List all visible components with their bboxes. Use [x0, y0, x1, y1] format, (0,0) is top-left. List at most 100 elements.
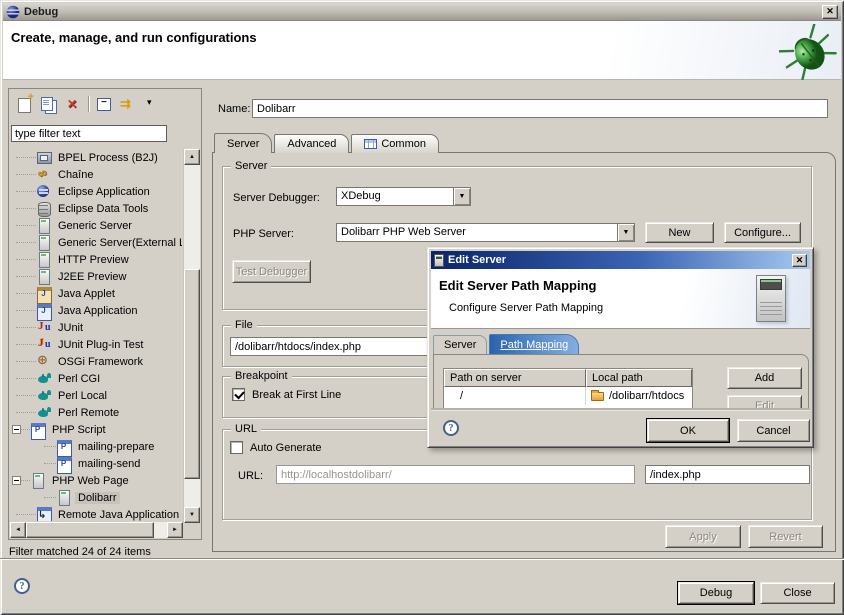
tree-horizontal-scrollbar[interactable]: ◄ ► [10, 522, 183, 538]
new-configuration-icon[interactable] [16, 95, 34, 113]
auto-generate-checkbox[interactable] [230, 441, 243, 454]
tree-item[interactable]: mailing-prepare [10, 438, 182, 455]
path-on-server-cell: / [444, 387, 586, 405]
tree-item[interactable]: Remote Java Application [10, 506, 182, 521]
server-debugger-select[interactable]: XDebug [336, 187, 471, 206]
tree-item[interactable]: Eclipse Data Tools [10, 200, 182, 217]
tab-server[interactable]: Server [214, 133, 272, 153]
collapse-all-icon[interactable] [95, 95, 113, 113]
column-path-on-server[interactable]: Path on server [444, 369, 586, 387]
tree-item[interactable]: J2EE Preview [10, 268, 182, 285]
tree-item[interactable]: BPEL Process (B2J) [10, 149, 182, 166]
tree-connector [16, 395, 36, 396]
tree-connector [21, 480, 30, 481]
tree-connector [16, 242, 36, 243]
server-icon [36, 235, 53, 250]
php-server-select[interactable]: Dolibarr PHP Web Server [336, 223, 635, 242]
revert-button[interactable]: Revert [748, 525, 823, 548]
tree-item-label: Eclipse Application [55, 186, 153, 198]
tree-item-label: OSGi Framework [55, 356, 146, 368]
edit-mapping-button[interactable]: Edit [727, 395, 802, 410]
tree-item[interactable]: Perl CGI [10, 370, 182, 387]
eclipse-icon [36, 184, 53, 199]
edit-server-titlebar[interactable]: Edit Server [431, 251, 810, 269]
vertical-scroll-thumb[interactable] [184, 269, 200, 479]
filter-input[interactable] [11, 125, 167, 142]
tree-item[interactable]: mailing-send [10, 455, 182, 472]
new-server-button[interactable]: New [645, 222, 714, 243]
chevron-down-icon[interactable] [453, 188, 470, 205]
banner-title: Create, manage, and run configurations [11, 30, 257, 45]
name-input[interactable] [252, 99, 828, 118]
tree-item[interactable]: JUnit [10, 319, 182, 336]
dialog-tab-path-mapping[interactable]: Path Mapping [489, 334, 579, 354]
configure-server-button[interactable]: Configure... [724, 222, 801, 243]
local-path-cell: /dolibarr/htdocs [586, 387, 692, 405]
tree-item[interactable]: Generic Server(External La [10, 234, 182, 251]
test-debugger-button[interactable]: Test Debugger [232, 260, 311, 283]
tree-item[interactable]: Java Applet [10, 285, 182, 302]
scroll-left-icon[interactable]: ◄ [10, 522, 26, 538]
base-url-input[interactable] [276, 465, 635, 484]
window-titlebar[interactable]: Debug [3, 3, 841, 21]
duplicate-configuration-icon[interactable] [40, 95, 58, 113]
tree-item[interactable]: Eclipse Application [10, 183, 182, 200]
tree-item-label: Perl CGI [55, 373, 103, 385]
tree-item[interactable]: Perl Remote [10, 404, 182, 421]
php-server-value: Dolibarr PHP Web Server [337, 224, 617, 241]
tree-item[interactable]: Generic Server [10, 217, 182, 234]
tree-item[interactable]: HTTP Preview [10, 251, 182, 268]
toolbar-menu-chevron-icon[interactable] [143, 95, 161, 113]
horizontal-scroll-thumb[interactable] [26, 522, 154, 538]
edit-server-close-button[interactable] [792, 254, 807, 267]
column-local-path[interactable]: Local path [586, 369, 692, 387]
tree-item[interactable]: Java Application [10, 302, 182, 319]
path-mapping-table[interactable]: Path on server Local path / /dolibarr/ht… [443, 368, 693, 410]
apply-button[interactable]: Apply [665, 525, 741, 548]
mapping-table-row[interactable]: / /dolibarr/htdocs [444, 387, 692, 405]
tab-advanced[interactable]: Advanced [274, 134, 349, 153]
delete-configuration-icon[interactable] [64, 95, 82, 113]
tree-item-label: Java Application [55, 305, 141, 317]
tree-item[interactable]: PHP Script [10, 421, 182, 438]
tree-item[interactable]: Chaîne [10, 166, 182, 183]
junit-icon [36, 320, 53, 335]
tree-item[interactable]: PHP Web Page [10, 472, 182, 489]
tree-vertical-scrollbar[interactable]: ▲ ▼ [183, 149, 200, 523]
scroll-down-icon[interactable]: ▼ [184, 507, 200, 523]
filter-launch-configs-icon[interactable] [119, 95, 137, 113]
tab-common[interactable]: Common [351, 134, 439, 153]
tree-item[interactable]: JUnit Plug-in Test [10, 336, 182, 353]
url-path-input[interactable] [645, 465, 810, 484]
tree-item[interactable]: OSGi Framework [10, 353, 182, 370]
edit-server-header: Edit Server Path Mapping Configure Serve… [431, 269, 810, 329]
config-tree[interactable]: BPEL Process (B2J) Chaîne Eclipse Applic… [10, 149, 182, 521]
dialog-help-icon[interactable]: ? [443, 420, 459, 436]
break-first-line-checkbox[interactable] [232, 388, 245, 401]
debug-button[interactable]: Debug [678, 582, 754, 604]
scroll-right-icon[interactable]: ► [167, 522, 183, 538]
footer-separator [0, 558, 844, 560]
tree-item[interactable]: Dolibarr [10, 489, 182, 506]
expander-minus-icon[interactable] [12, 425, 21, 434]
perl-icon [36, 371, 53, 386]
tree-item[interactable]: Perl Local [10, 387, 182, 404]
window-close-button[interactable] [822, 5, 838, 19]
add-mapping-button[interactable]: Add [727, 367, 802, 389]
cancel-button[interactable]: Cancel [737, 419, 810, 442]
dialog-tab-server[interactable]: Server [433, 335, 487, 354]
help-icon[interactable]: ? [14, 578, 30, 594]
ok-button[interactable]: OK [647, 419, 729, 442]
tree-connector [16, 293, 36, 294]
close-button[interactable]: Close [760, 582, 835, 604]
url-label: URL: [238, 470, 263, 482]
tree-item-label: Perl Local [55, 390, 110, 402]
debug-window: Debug Create, manage, and run configurat… [0, 0, 844, 615]
tree-item-label: Remote Java Application [55, 509, 182, 521]
expander-minus-icon[interactable] [12, 476, 21, 485]
tree-item-label: Perl Remote [55, 407, 122, 419]
debug-bug-icon [779, 24, 837, 80]
chevron-down-icon[interactable] [617, 224, 634, 241]
tree-connector [44, 446, 56, 447]
scroll-up-icon[interactable]: ▲ [184, 149, 200, 165]
